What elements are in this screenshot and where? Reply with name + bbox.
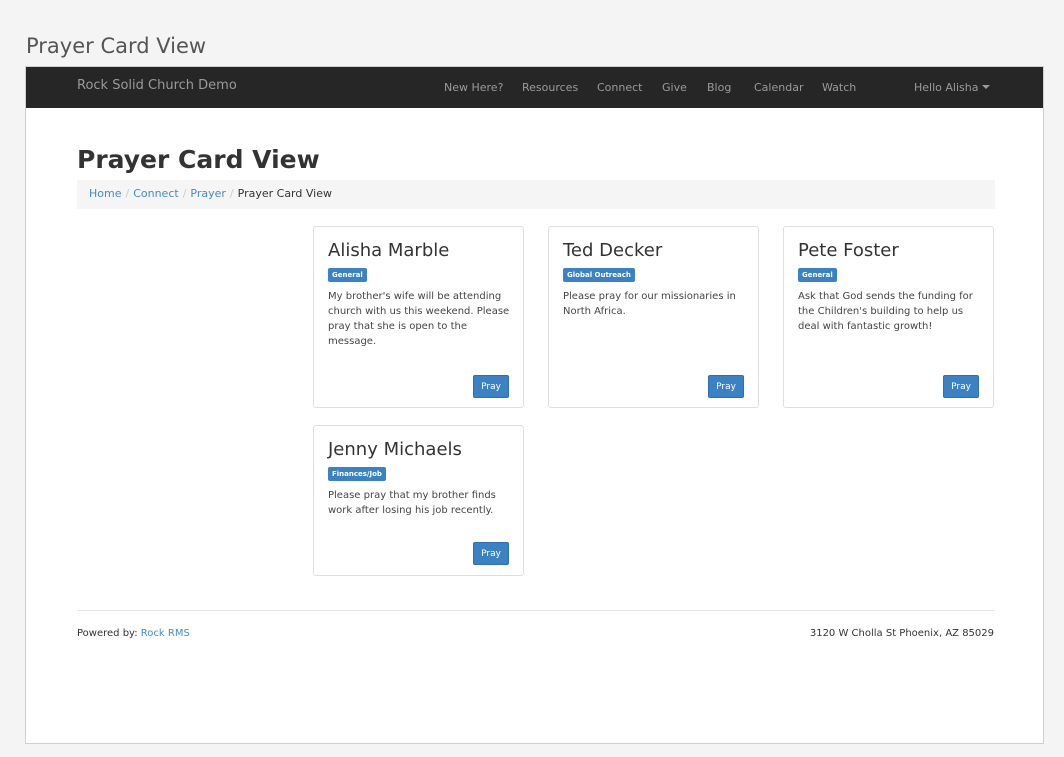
breadcrumb-separator: / xyxy=(229,187,234,200)
prayer-card-text: My brother's wife will be attending chur… xyxy=(328,291,510,347)
page-title: Prayer Card View xyxy=(77,145,320,174)
breadcrumb-separator: / xyxy=(182,187,187,200)
nav-link-connect[interactable]: Connect xyxy=(597,81,642,94)
nav-link-new-here[interactable]: New Here? xyxy=(444,81,503,94)
category-badge: Global Outreach xyxy=(563,268,635,282)
prayer-card-text: Please pray that my brother finds work a… xyxy=(328,490,496,516)
nav-link-blog[interactable]: Blog xyxy=(707,81,731,94)
user-menu-dropdown[interactable]: Hello Alisha xyxy=(914,81,991,94)
prayer-card: Ted Decker Global Outreach Please pray f… xyxy=(548,226,759,408)
pray-button[interactable]: Pray xyxy=(473,542,509,565)
rock-rms-link[interactable]: Rock RMS xyxy=(141,628,190,639)
breadcrumb-connect[interactable]: Connect xyxy=(133,187,178,200)
footer-address: 3120 W Cholla St Phoenix, AZ 85029 xyxy=(809,628,994,639)
browser-frame: Rock Solid Church Demo New Here? Resourc… xyxy=(25,66,1044,744)
nav-link-watch[interactable]: Watch xyxy=(822,81,856,94)
nav-link-resources[interactable]: Resources xyxy=(522,81,578,94)
nav-links: New Here? Resources Connect Give Blog Ca… xyxy=(26,81,1043,95)
pray-button[interactable]: Pray xyxy=(708,375,744,398)
prayer-card-text: Please pray for our missionaries in Nort… xyxy=(563,291,736,317)
user-menu-label: Hello Alisha xyxy=(914,81,979,94)
breadcrumb-home[interactable]: Home xyxy=(89,187,121,200)
prayer-card-name: Alisha Marble xyxy=(328,240,450,261)
nav-link-give[interactable]: Give xyxy=(662,81,687,94)
top-navbar: Rock Solid Church Demo New Here? Resourc… xyxy=(26,67,1043,108)
caret-down-icon xyxy=(982,85,991,89)
prayer-card-name: Pete Foster xyxy=(798,240,899,261)
pray-button[interactable]: Pray xyxy=(943,375,979,398)
footer-powered-by: Powered by: Rock RMS xyxy=(77,628,190,639)
footer-divider xyxy=(77,610,995,611)
breadcrumb-separator: / xyxy=(125,187,130,200)
category-badge: General xyxy=(328,268,367,282)
category-badge: General xyxy=(798,268,837,282)
pray-button[interactable]: Pray xyxy=(473,375,509,398)
prayer-card-text: Ask that God sends the funding for the C… xyxy=(798,291,973,332)
breadcrumb-current: Prayer Card View xyxy=(237,187,332,200)
powered-by-label: Powered by: xyxy=(77,628,138,639)
breadcrumb-prayer[interactable]: Prayer xyxy=(190,187,226,200)
prayer-card: Alisha Marble General My brother's wife … xyxy=(313,226,524,408)
nav-link-calendar[interactable]: Calendar xyxy=(754,81,803,94)
category-badge: Finances/Job xyxy=(328,467,386,481)
prayer-card: Pete Foster General Ask that God sends t… xyxy=(783,226,994,408)
prayer-card: Jenny Michaels Finances/Job Please pray … xyxy=(313,425,524,576)
prayer-card-name: Jenny Michaels xyxy=(328,439,462,460)
outer-page-title: Prayer Card View xyxy=(26,34,207,58)
prayer-card-name: Ted Decker xyxy=(563,240,663,261)
breadcrumb: Home / Connect / Prayer / Prayer Card View xyxy=(77,180,995,209)
